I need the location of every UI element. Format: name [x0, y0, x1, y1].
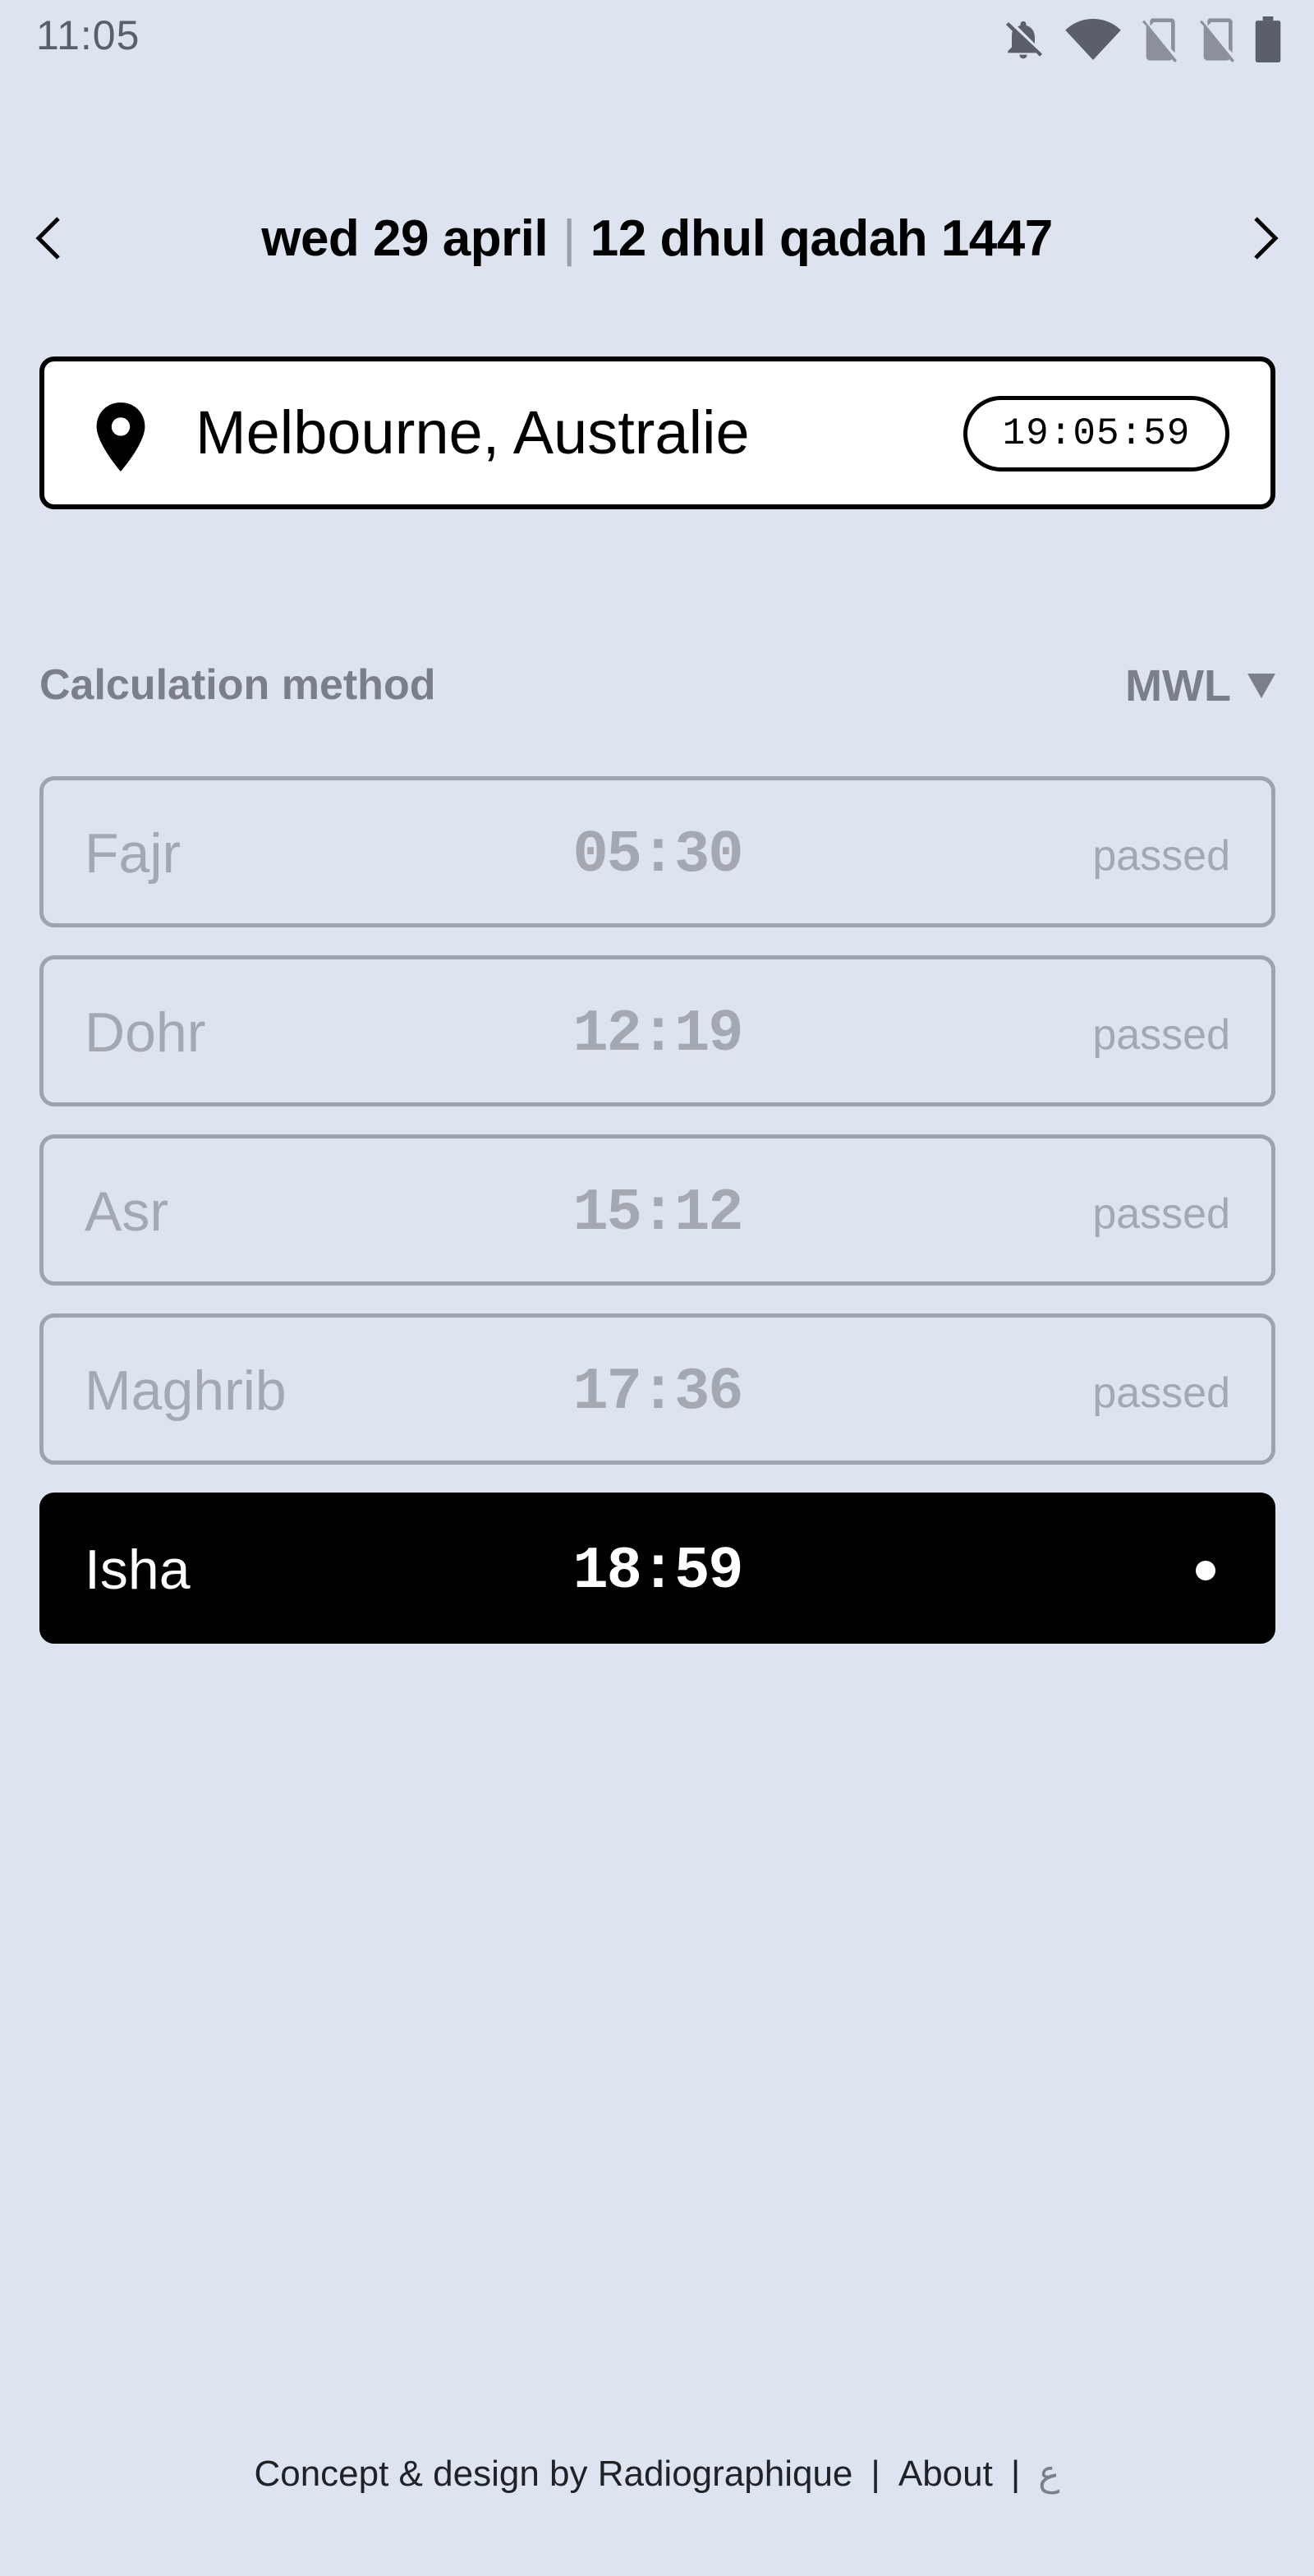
- prayer-status: passed: [1092, 1011, 1230, 1059]
- battery-icon: [1255, 16, 1281, 62]
- prayer-time: 15:12: [572, 1180, 743, 1247]
- status-bar: 11:05: [0, 0, 1314, 76]
- location-card[interactable]: Melbourne, Australie 19:05:59: [39, 356, 1275, 509]
- prayer-status: passed: [1092, 1369, 1230, 1417]
- hijri-date: 12 dhul qadah 1447: [590, 210, 1054, 267]
- prayer-row-maghrib: Maghrib 17:36 passed: [39, 1313, 1275, 1465]
- caret-down-icon: [1247, 674, 1275, 698]
- footer-credit: Concept & design by Radiographique: [254, 2454, 853, 2494]
- location-pin-icon: [92, 402, 149, 476]
- status-time: 11:05: [36, 12, 140, 58]
- footer-separator: |: [1010, 2454, 1021, 2494]
- wifi-icon: [1064, 16, 1122, 62]
- prayer-status: passed: [1092, 1190, 1230, 1238]
- no-sim-icon: [1197, 16, 1237, 62]
- date-navigation: wed 29 april | 12 dhul qadah 1447: [0, 201, 1314, 275]
- no-sim-icon: [1140, 16, 1179, 62]
- prayer-row-isha: Isha 18:59: [39, 1493, 1275, 1644]
- gregorian-date: wed 29 april: [261, 210, 549, 267]
- prayer-time: 12:19: [572, 1000, 743, 1068]
- prayer-list: Fajr 05:30 passed Dohr 12:19 passed Asr …: [39, 776, 1275, 1672]
- prayer-time: 17:36: [572, 1359, 743, 1426]
- chevron-right-icon: [1254, 217, 1279, 260]
- current-time-badge: 19:05:59: [963, 396, 1229, 472]
- prayer-row-asr: Asr 15:12 passed: [39, 1134, 1275, 1286]
- calculation-method-select[interactable]: MWL: [1125, 660, 1275, 711]
- status-icons: [1000, 16, 1281, 62]
- calculation-method-row: Calculation method MWL: [39, 657, 1275, 723]
- about-link[interactable]: About: [898, 2454, 993, 2494]
- prayer-row-fajr: Fajr 05:30 passed: [39, 776, 1275, 927]
- prayer-time: 18:59: [572, 1538, 743, 1605]
- notifications-off-icon: [1000, 16, 1046, 62]
- current-prayer-indicator: [1196, 1561, 1215, 1580]
- prayer-row-dohr: Dohr 12:19 passed: [39, 955, 1275, 1106]
- calculation-method-value: MWL: [1125, 661, 1231, 711]
- date-separator: |: [563, 210, 576, 267]
- footer-separator: |: [871, 2454, 880, 2494]
- location-name: Melbourne, Australie: [195, 398, 750, 467]
- date-display: wed 29 april | 12 dhul qadah 1447: [0, 209, 1314, 268]
- language-toggle-link[interactable]: ع: [1038, 2454, 1059, 2494]
- prayer-status: passed: [1092, 832, 1230, 880]
- calculation-method-label: Calculation method: [39, 661, 436, 709]
- footer: Concept & design by Radiographique | About…: [0, 2453, 1314, 2495]
- prayer-time: 05:30: [572, 821, 743, 889]
- next-day-button[interactable]: [1229, 201, 1303, 275]
